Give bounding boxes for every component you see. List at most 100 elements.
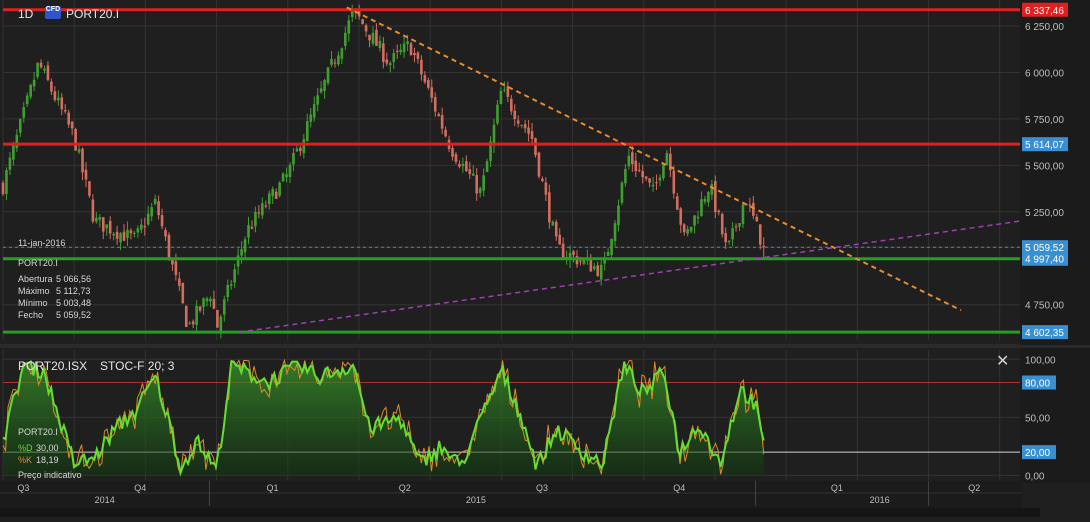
candle-body xyxy=(305,121,309,142)
candle-body xyxy=(22,107,26,118)
candle-body xyxy=(326,67,330,84)
info-high-label: Máximo xyxy=(18,286,50,296)
candle-body xyxy=(696,216,700,219)
candle-body xyxy=(686,229,689,234)
candle-body xyxy=(32,79,36,87)
timeframe-label[interactable]: 1D xyxy=(18,7,33,21)
candle-body xyxy=(319,88,323,93)
candle-body xyxy=(492,124,496,145)
candle-body xyxy=(427,80,430,88)
candle-body xyxy=(57,97,60,101)
candle-body xyxy=(364,25,368,32)
price-chart-svg[interactable]: 6 337,46 6 250,00 6 000,00 5 750,00 5 614,07… xyxy=(0,0,1090,517)
quarter-label: Q2 xyxy=(968,483,980,493)
oscillator-indicator[interactable]: STOC-F 20; 3 xyxy=(100,359,174,373)
candle-body xyxy=(561,243,565,259)
candle-body xyxy=(634,160,638,172)
candle-body xyxy=(140,224,143,230)
candle-body xyxy=(108,220,112,234)
scroll-track xyxy=(0,508,1040,517)
candle-body xyxy=(375,29,378,46)
candle-body xyxy=(641,171,644,178)
candle-body xyxy=(703,198,707,202)
info-close-value: 5 059,52 xyxy=(56,310,92,320)
symbol-title[interactable]: PORT20.I xyxy=(66,7,119,21)
cfd-badge-icon: CFD xyxy=(45,6,61,19)
candle-body xyxy=(406,41,409,44)
candle-body xyxy=(330,59,333,65)
candle-body xyxy=(29,84,32,97)
candle-body xyxy=(682,224,686,233)
candle-body xyxy=(8,157,12,170)
close-pane-icon[interactable]: ✕ xyxy=(996,351,1009,371)
osc-tick-label: 50,00 xyxy=(1025,413,1050,424)
candle-body xyxy=(655,182,658,184)
candle-body xyxy=(181,282,185,304)
candle-body xyxy=(758,224,762,245)
candle-body xyxy=(167,234,171,259)
price-tick-label: 6 000,00 xyxy=(1025,68,1064,79)
candle-body xyxy=(651,184,655,187)
candle-body xyxy=(544,182,548,195)
candle-body xyxy=(233,269,236,283)
candle-body xyxy=(430,87,434,98)
candle-body xyxy=(731,228,734,240)
candle-body xyxy=(679,208,683,225)
info-open-value: 5 066,56 xyxy=(56,274,92,284)
candle-body xyxy=(599,264,603,280)
candle-body xyxy=(579,260,582,262)
candle-body xyxy=(39,62,43,68)
candle-body xyxy=(482,175,485,191)
info-low-value: 5 003,48 xyxy=(56,298,92,308)
price-tick-label: 4 750,00 xyxy=(1025,301,1064,312)
candle-body xyxy=(516,120,520,124)
candle-body xyxy=(337,55,340,65)
candle-body xyxy=(344,32,347,46)
candle-body xyxy=(534,138,537,156)
candle-body xyxy=(254,212,257,227)
candle-body xyxy=(15,134,19,149)
candle-body xyxy=(361,19,364,25)
candle-body xyxy=(458,164,461,167)
candle-body xyxy=(738,223,741,227)
candle-body xyxy=(188,322,192,324)
candle-body xyxy=(613,223,617,241)
candle-body xyxy=(212,298,216,309)
candle-body xyxy=(710,184,714,195)
info-symbol: PORT20.I xyxy=(18,258,58,268)
candle-body xyxy=(316,95,319,105)
candle-body xyxy=(60,97,64,110)
info-date: 11-jan-2016 xyxy=(18,238,66,248)
candle-body xyxy=(5,170,8,194)
candle-body xyxy=(101,217,105,232)
oscillator-title[interactable]: PORT20.ISX xyxy=(18,359,87,373)
candle-body xyxy=(281,173,285,182)
legend-k-label: %K xyxy=(18,455,33,465)
quarter-label: Q4 xyxy=(673,483,685,493)
candle-body xyxy=(624,169,627,184)
candle-body xyxy=(274,191,278,199)
chart-root: 6 337,46 6 250,00 6 000,00 5 750,00 5 614,07… xyxy=(0,0,1090,517)
candle-body xyxy=(126,229,129,239)
candle-body xyxy=(250,226,254,229)
candle-body xyxy=(247,224,250,238)
candle-body xyxy=(195,305,198,325)
year-label: 2016 xyxy=(870,495,890,505)
candle-body xyxy=(81,148,84,173)
candle-body xyxy=(88,181,91,196)
legend-d-value: 30,00 xyxy=(36,443,59,453)
candle-body xyxy=(216,309,219,328)
candle-body xyxy=(478,188,482,194)
quarter-label: Q2 xyxy=(399,483,411,493)
candle-body xyxy=(129,230,133,234)
candle-body xyxy=(243,239,247,253)
candle-body xyxy=(261,203,264,216)
candle-body xyxy=(717,210,721,213)
candle-body xyxy=(292,152,295,165)
candle-body xyxy=(267,193,271,205)
candle-body xyxy=(302,139,306,154)
candle-body xyxy=(734,226,738,228)
candle-body xyxy=(617,205,620,226)
year-label: 2015 xyxy=(466,495,486,505)
candle-body xyxy=(433,97,437,112)
